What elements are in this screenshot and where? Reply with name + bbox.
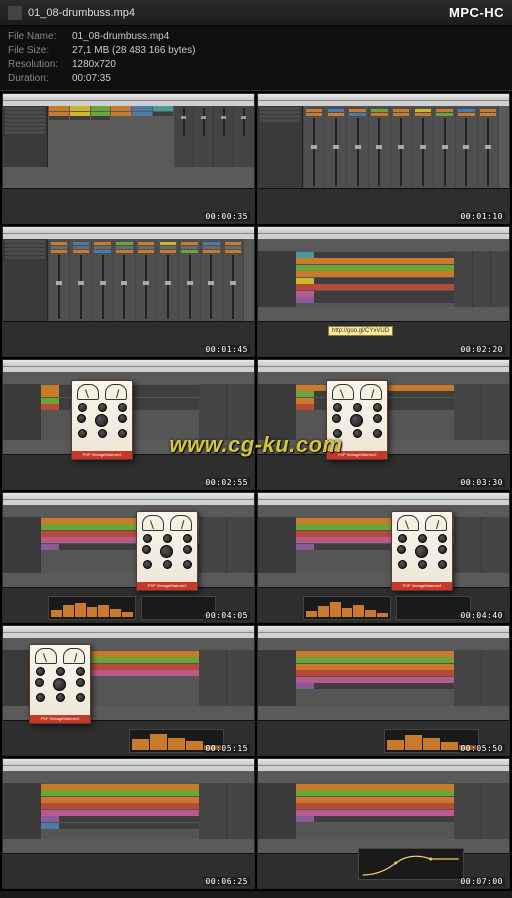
vu-meter-icon — [77, 384, 99, 400]
window-titlebar: 01_08-drumbuss.mp4 MPC-HC — [0, 0, 512, 26]
duration-value: 00:07:35 — [72, 72, 111, 86]
thumbnail-10[interactable]: lynd 00:05:50 — [257, 625, 510, 756]
automation-curve-panel[interactable] — [358, 848, 463, 880]
thumbnail-11[interactable]: lynd 00:06:25 — [2, 758, 255, 889]
resolution-label: Resolution: — [8, 58, 72, 72]
filename-label: File Name: — [8, 30, 72, 44]
thumbnail-8[interactable]: PSP VintageWarmer2 lynd 00:04:40 — [257, 492, 510, 623]
thumbnail-2[interactable]: lynd 00:01:10 — [257, 93, 510, 224]
thumbnail-4[interactable]: http://goo.gl/CYxVUD lynd 00:02:20 — [257, 226, 510, 357]
timestamp: 00:00:35 — [203, 212, 250, 221]
plugin-brand-label: PSP VintageWarmer2 — [30, 715, 90, 723]
vu-meter-icon — [332, 384, 354, 400]
timestamp: 00:05:50 — [458, 744, 505, 753]
app-icon — [8, 6, 22, 20]
vintage-warmer-plugin[interactable]: PSP VintageWarmer2 — [136, 511, 198, 591]
timestamp: 00:02:20 — [458, 345, 505, 354]
timestamp: 00:06:25 — [203, 877, 250, 886]
vu-meter-icon — [360, 384, 382, 400]
vu-meter-icon — [105, 384, 127, 400]
vintage-warmer-plugin[interactable]: PSP VintageWarmer2 — [326, 380, 388, 460]
plugin-brand-label: PSP VintageWarmer2 — [392, 582, 452, 590]
vu-meter-icon — [63, 648, 85, 664]
thumbnail-12[interactable]: lynd 00:07:00 — [257, 758, 510, 889]
timestamp: 00:05:15 — [203, 744, 250, 753]
window-title: 01_08-drumbuss.mp4 — [28, 7, 449, 19]
resolution-value: 1280x720 — [72, 58, 116, 72]
thumbnail-6[interactable]: PSP VintageWarmer2 lynd 00:03:30 — [257, 359, 510, 490]
vu-meter-icon — [35, 648, 57, 664]
thumbnail-9[interactable]: PSP VintageWarmer2 lynd 00:05:15 — [2, 625, 255, 756]
filesize-label: File Size: — [8, 44, 72, 58]
timestamp: 00:01:45 — [203, 345, 250, 354]
vu-meter-icon — [170, 515, 192, 531]
timestamp: 00:02:55 — [203, 478, 250, 487]
file-info-panel: File Name:01_08-drumbuss.mp4 File Size:2… — [0, 26, 512, 91]
vintage-warmer-plugin[interactable]: PSP VintageWarmer2 — [29, 644, 91, 724]
plugin-brand-label: PSP VintageWarmer2 — [327, 451, 387, 459]
thumbnail-7[interactable]: PSP VintageWarmer2 lynd 00:04:05 — [2, 492, 255, 623]
timestamp: 00:03:30 — [458, 478, 505, 487]
timestamp: 00:04:05 — [203, 611, 250, 620]
thumbnail-5[interactable]: PSP VintageWarmer2 lynd 00:02:55 — [2, 359, 255, 490]
thumbnail-1[interactable]: lynd 00:00:35 — [2, 93, 255, 224]
filename-value: 01_08-drumbuss.mp4 — [72, 30, 169, 44]
duration-label: Duration: — [8, 72, 72, 86]
vu-meter-icon — [425, 515, 447, 531]
plugin-brand-label: PSP VintageWarmer2 — [72, 451, 132, 459]
url-tooltip: http://goo.gl/CYxVUD — [328, 326, 393, 336]
eq-analyzer-panel[interactable] — [48, 596, 136, 620]
plugin-brand-label: PSP VintageWarmer2 — [137, 582, 197, 590]
app-brand: MPC-HC — [449, 5, 504, 20]
timestamp: 00:04:40 — [458, 611, 505, 620]
thumbnail-grid: lynd 00:00:35 lynd 00:01:10 — [0, 91, 512, 891]
thumbnail-3[interactable]: lynd 00:01:45 — [2, 226, 255, 357]
vu-meter-icon — [397, 515, 419, 531]
timestamp: 00:07:00 — [458, 877, 505, 886]
vintage-warmer-plugin[interactable]: PSP VintageWarmer2 — [391, 511, 453, 591]
vintage-warmer-plugin[interactable]: PSP VintageWarmer2 — [71, 380, 133, 460]
filesize-value: 27,1 MB (28 483 166 bytes) — [72, 44, 195, 58]
eq-analyzer-panel[interactable] — [303, 596, 391, 620]
vu-meter-icon — [142, 515, 164, 531]
timestamp: 00:01:10 — [458, 212, 505, 221]
